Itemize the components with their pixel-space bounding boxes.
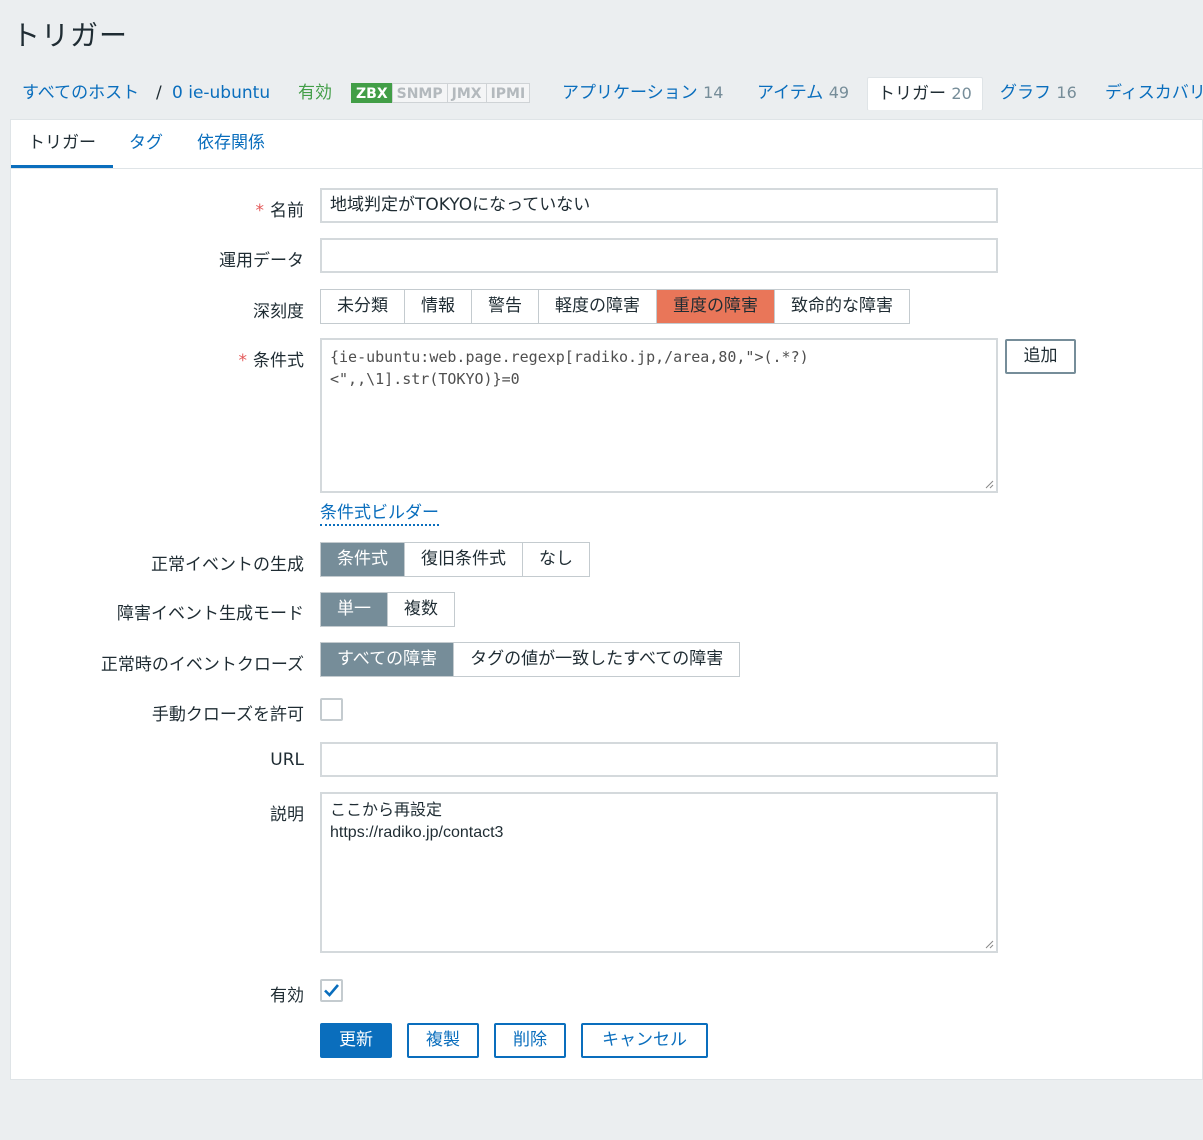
breadcrumb-all-hosts[interactable]: すべてのホスト: [22, 76, 139, 110]
name-input[interactable]: 地域判定がTOKYOになっていない: [320, 188, 998, 223]
tab-dependencies[interactable]: 依存関係: [194, 120, 268, 165]
name-label-text: 名前: [270, 201, 304, 221]
required-marker: *: [238, 351, 248, 371]
zbx-badge: ZBX: [351, 83, 393, 103]
nav-applications-label: アプリケーション: [562, 83, 698, 103]
severity-label: 深刻度: [253, 302, 304, 322]
opdata-input[interactable]: [320, 238, 998, 273]
nav-graphs[interactable]: グラフ 16: [1000, 76, 1077, 110]
page-title: トリガー: [12, 19, 129, 52]
tab-trigger[interactable]: トリガー: [11, 120, 113, 168]
description-label: 説明: [270, 805, 304, 825]
ok-close-label: 正常時のイベントクローズ: [100, 655, 304, 675]
ok-event-recovery-expression[interactable]: 復旧条件式: [405, 543, 523, 576]
nav-items-label: アイテム: [757, 83, 824, 103]
availability-badges: ZBX SNMP JMX IPMI: [351, 83, 531, 103]
breadcrumb-host[interactable]: 0 ie-ubuntu: [172, 76, 270, 110]
clone-button[interactable]: 複製: [407, 1023, 479, 1058]
breadcrumb-separator: /: [156, 83, 162, 103]
problem-mode-single[interactable]: 単一: [321, 593, 388, 626]
nav-applications-count: 14: [703, 83, 724, 102]
expression-textarea[interactable]: {ie-ubuntu:web.page.regexp[radiko.jp,/ar…: [320, 338, 998, 493]
ok-event-none[interactable]: なし: [523, 543, 589, 576]
required-marker: *: [255, 201, 265, 221]
enabled-label: 有効: [270, 986, 304, 1006]
nav-triggers-label: トリガー: [878, 84, 946, 104]
checkmark-icon: [324, 984, 339, 997]
form-tabs: トリガー タグ 依存関係: [11, 120, 1202, 169]
expression-label: * 条件式: [239, 346, 305, 371]
nav-items-count: 49: [828, 83, 850, 102]
host-navigation: すべてのホスト / 0 ie-ubuntu 有効 ZBX SNMP JMX IP…: [0, 76, 1203, 110]
expression-text: {ie-ubuntu:web.page.regexp[radiko.jp,/ar…: [330, 348, 809, 388]
ok-event-selector: 条件式 復旧条件式 なし: [320, 542, 590, 577]
ok-event-expression[interactable]: 条件式: [321, 543, 405, 576]
severity-high[interactable]: 重度の障害: [657, 290, 775, 323]
url-label: URL: [270, 750, 304, 770]
ok-close-all-problems[interactable]: すべての障害: [321, 643, 455, 676]
resize-handle-icon[interactable]: [984, 479, 994, 489]
cancel-button[interactable]: キャンセル: [581, 1023, 708, 1058]
trigger-form-panel: トリガー タグ 依存関係 * 名前 地域判定がTOKYOになっていない 運用データ…: [10, 119, 1203, 1080]
severity-warning[interactable]: 警告: [472, 290, 539, 323]
ok-event-label: 正常イベントの生成: [151, 555, 304, 575]
jmx-badge: JMX: [446, 83, 487, 103]
nav-items[interactable]: アイテム 49: [757, 76, 849, 110]
ipmi-badge: IPMI: [485, 83, 531, 103]
description-text: ここから再設定 https://radiko.jp/contact3: [330, 802, 504, 841]
severity-information[interactable]: 情報: [405, 290, 472, 323]
manual-close-label: 手動クローズを許可: [151, 705, 304, 725]
nav-graphs-label: グラフ: [1000, 83, 1051, 103]
nav-triggers[interactable]: トリガー 20: [867, 77, 983, 110]
host-status[interactable]: 有効: [298, 76, 332, 110]
description-textarea[interactable]: ここから再設定 https://radiko.jp/contact3: [320, 792, 998, 953]
name-label: * 名前: [256, 196, 305, 221]
tab-tags[interactable]: タグ: [127, 120, 165, 165]
ok-close-tag-match[interactable]: タグの値が一致したすべての障害: [454, 643, 740, 676]
expression-builder-link[interactable]: 条件式ビルダー: [320, 502, 439, 526]
expression-add-button[interactable]: 追加: [1005, 339, 1076, 374]
url-input[interactable]: [320, 742, 998, 777]
snmp-badge: SNMP: [391, 83, 448, 103]
opdata-label: 運用データ: [219, 251, 304, 271]
delete-button[interactable]: 削除: [494, 1023, 566, 1058]
severity-selector: 未分類 情報 警告 軽度の障害 重度の障害 致命的な障害: [320, 289, 910, 324]
problem-mode-label: 障害イベント生成モード: [117, 604, 304, 624]
severity-disaster[interactable]: 致命的な障害: [775, 290, 909, 323]
nav-discovery[interactable]: ディスカバリ: [1105, 76, 1203, 110]
enabled-checkbox[interactable]: [320, 979, 343, 1002]
nav-triggers-count: 20: [951, 84, 972, 103]
resize-handle-icon[interactable]: [984, 939, 994, 949]
expression-label-text: 条件式: [253, 351, 304, 371]
problem-mode-selector: 単一 複数: [320, 592, 455, 627]
update-button[interactable]: 更新: [320, 1023, 392, 1058]
ok-close-selector: すべての障害 タグの値が一致したすべての障害: [320, 642, 741, 677]
nav-graphs-count: 16: [1056, 83, 1077, 102]
nav-applications[interactable]: アプリケーション 14: [562, 76, 723, 110]
manual-close-checkbox[interactable]: [320, 698, 343, 721]
problem-mode-multiple[interactable]: 複数: [388, 593, 454, 626]
severity-not-classified[interactable]: 未分類: [321, 290, 405, 323]
severity-average[interactable]: 軽度の障害: [539, 290, 657, 323]
